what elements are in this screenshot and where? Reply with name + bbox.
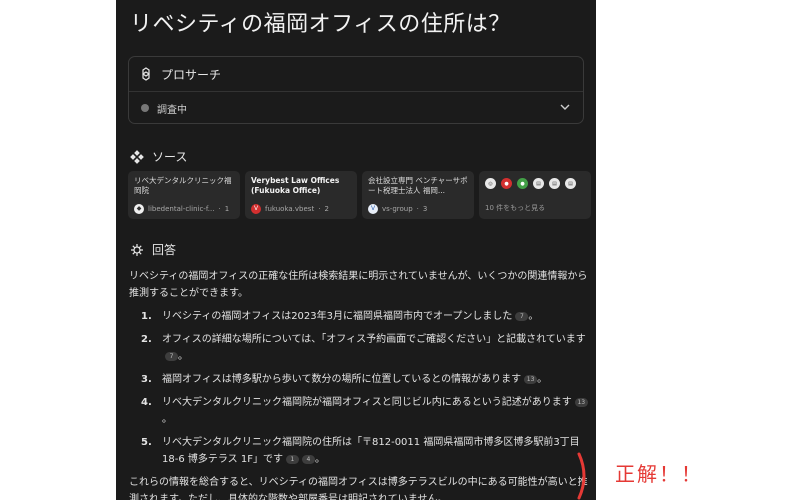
pro-search-icon xyxy=(142,67,150,81)
sources-heading-label: ソース xyxy=(152,150,188,164)
answer-conclusion: これらの情報を総合すると、リベシティの福岡オフィスは博多テラスビルの中にある可能… xyxy=(129,477,588,500)
source-site: vs-group xyxy=(382,205,413,213)
source-card-footer: V fukuoka.vbest · 2 xyxy=(251,204,329,214)
sources-icon xyxy=(130,149,144,164)
more-sources-favicons: ◎ ● ● ▤ ▤ ▤ xyxy=(485,178,585,189)
answer-panel: リベシティの福岡オフィスの住所は？ プロサーチ 調査中 ソース リベ大デンタルク… xyxy=(116,0,596,500)
tooth-icon: ◆ xyxy=(134,204,144,214)
red-bracket-annotation xyxy=(577,452,586,500)
list-item: 1. リベシティの福岡オフィスは2023年3月に福岡県福岡市内でオープンしました 7… xyxy=(141,311,539,322)
annotation-text: 正解！！ xyxy=(615,462,703,486)
chevron-down-icon[interactable] xyxy=(559,101,571,113)
source-card-title: 会社設立専門 ベンチャーサポート税理士法人 福岡... xyxy=(368,176,468,195)
site-logo-icon: ● xyxy=(517,178,528,189)
list-item: 2. オフィスの詳細な場所については、「オフィス予約画面でご確認ください」と記載さ… xyxy=(141,334,586,362)
answer-list: 1. リベシティの福岡オフィスは2023年3月に福岡県福岡市内でオープンしました 7… xyxy=(129,308,589,468)
site-logo-icon: ▤ xyxy=(549,178,560,189)
citation-badge[interactable]: 7 xyxy=(165,351,178,361)
vbest-logo-icon: V xyxy=(251,204,261,214)
more-sources-card[interactable]: ◎ ● ● ▤ ▤ ▤ 10 件をもっと見る xyxy=(479,171,591,219)
source-site: libedental-clinic-f... xyxy=(148,205,215,213)
source-card[interactable]: Verybest Law Offices (Fukuoka Office) V … xyxy=(245,171,357,219)
sources-row: リベ大デンタルクリニック福岡院 ◆ libedental-clinic-f...… xyxy=(128,171,591,221)
source-card[interactable]: 会社設立専門 ベンチャーサポート税理士法人 福岡... V vs-group ·… xyxy=(362,171,474,219)
answer-intro: リベシティの福岡オフィスの正確な住所は検索結果に明示されていませんが、いくつかの… xyxy=(129,271,588,299)
query-title: リベシティの福岡オフィスの住所は？ xyxy=(130,12,511,37)
source-card-footer: V vs-group · 3 xyxy=(368,204,427,214)
answer-heading-label: 回答 xyxy=(152,243,177,257)
citation-badge[interactable]: 13 xyxy=(574,397,588,407)
source-card-footer: ◆ libedental-clinic-f... · 1 xyxy=(134,204,229,214)
pro-search-label: プロサーチ xyxy=(161,67,222,82)
source-site: fukuoka.vbest xyxy=(265,205,315,213)
site-logo-icon: ▤ xyxy=(533,178,544,189)
site-logo-icon: ● xyxy=(501,178,512,189)
pro-search-status: 調査中 xyxy=(157,104,187,116)
list-item: 5. リベ大デンタルクリニック福岡院の住所は「〒812-0011 福岡県福岡市博多… xyxy=(141,437,580,465)
source-index: 3 xyxy=(422,205,428,213)
globe-icon: ◎ xyxy=(485,178,496,189)
citation-badge[interactable]: 13 xyxy=(524,374,538,384)
citation-badge[interactable]: 1 xyxy=(285,454,299,464)
source-index: 2 xyxy=(324,205,329,213)
answer-icon xyxy=(131,243,143,256)
source-card-title: Verybest Law Offices (Fukuoka Office) xyxy=(251,176,340,195)
source-card[interactable]: リベ大デンタルクリニック福岡院 ◆ libedental-clinic-f...… xyxy=(128,171,240,219)
pro-search-header: プロサーチ xyxy=(129,57,583,92)
source-card-title: リベ大デンタルクリニック福岡院 xyxy=(134,176,232,195)
pro-search-box: プロサーチ 調査中 xyxy=(128,56,584,124)
pro-search-status-row[interactable]: 調査中 xyxy=(129,92,583,124)
source-index: 1 xyxy=(224,205,230,213)
more-sources-label: 10 件をもっと見る xyxy=(485,204,546,212)
citation-badge[interactable]: 7 xyxy=(515,311,529,321)
answer-heading: 回答 xyxy=(130,241,176,258)
status-dot-icon xyxy=(141,104,149,112)
answer-body: リベシティの福岡オフィスの正確な住所は検索結果に明示されていませんが、いくつかの… xyxy=(129,268,589,500)
citation-badge[interactable]: 4 xyxy=(301,454,315,464)
sources-heading: ソース xyxy=(130,148,187,165)
vs-group-logo-icon: V xyxy=(368,204,378,214)
site-logo-icon: ▤ xyxy=(565,178,576,189)
list-item: 3. 福岡オフィスは博多駅から歩いて数分の場所に位置しているとの情報があります 13… xyxy=(141,374,548,385)
list-item: 4. リベ大デンタルクリニック福岡院が福岡オフィスと同じビル内にあるという記述があ… xyxy=(129,394,589,428)
